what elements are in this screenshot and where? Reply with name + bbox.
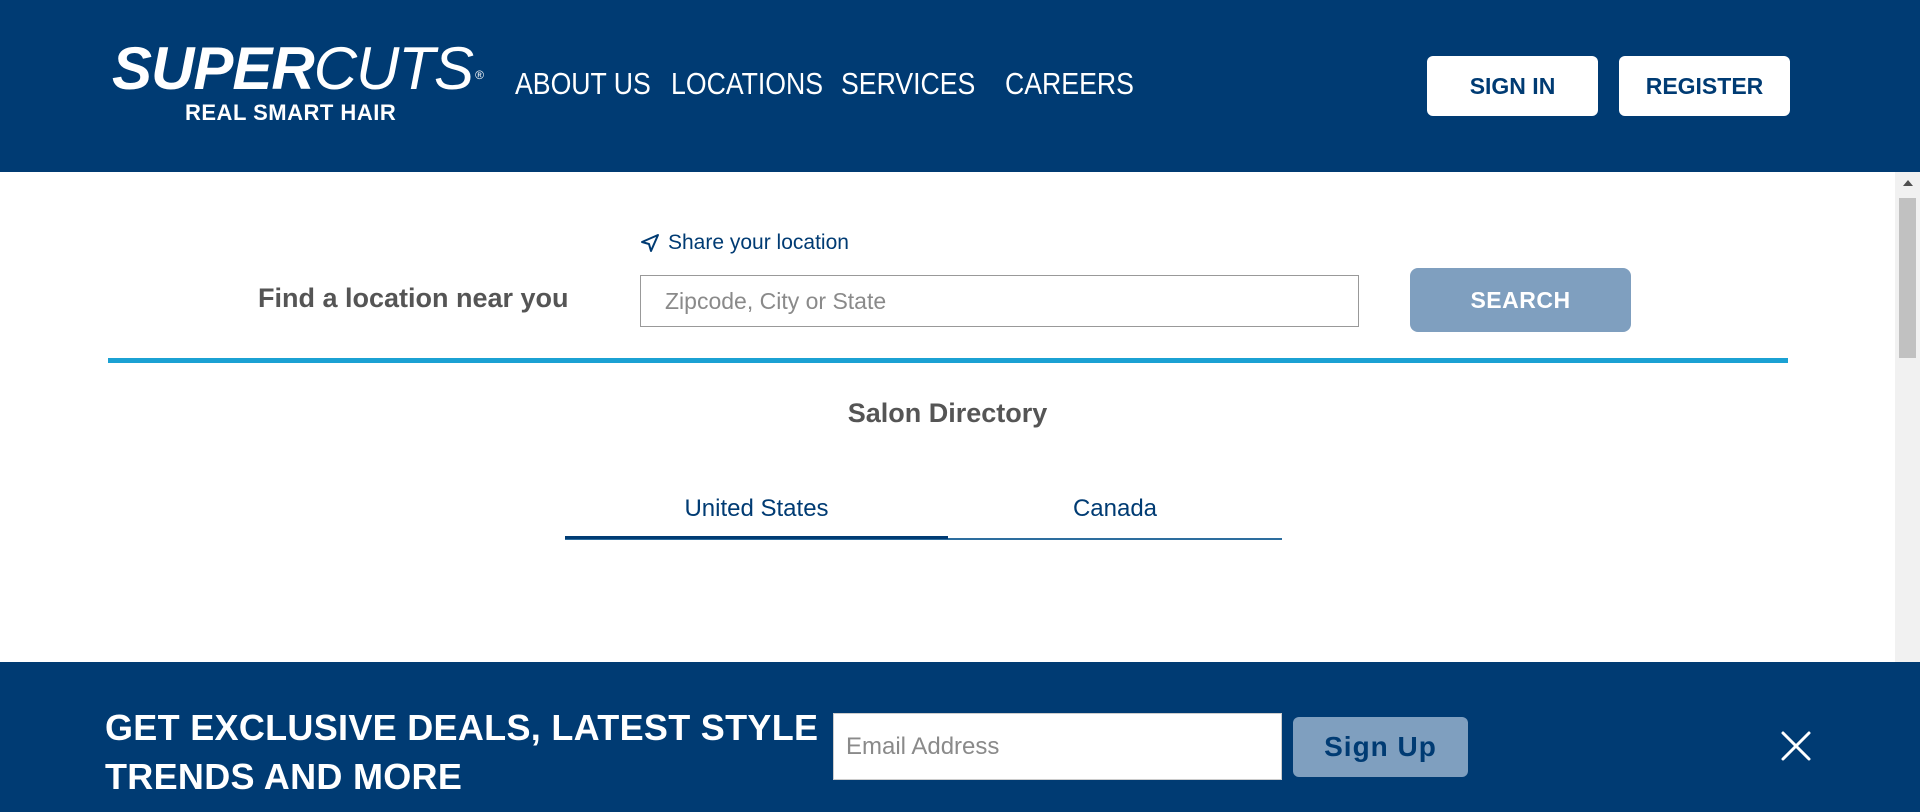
nav-locations[interactable]: LOCATIONS (671, 66, 823, 102)
active-tab-indicator (565, 536, 948, 539)
sign-up-button[interactable]: Sign Up (1293, 717, 1468, 777)
nav-careers[interactable]: CAREERS (1005, 66, 1134, 102)
scroll-thumb[interactable] (1899, 198, 1916, 358)
logo-brand-bold: SUPER (112, 35, 315, 102)
location-search-input[interactable] (640, 275, 1359, 327)
email-address-input[interactable] (833, 713, 1282, 780)
newsletter-headline-line1: GET EXCLUSIVE DEALS, LATEST STYLE (105, 707, 819, 748)
register-button[interactable]: REGISTER (1619, 56, 1790, 116)
country-tabs: United States Canada (565, 480, 1282, 540)
sign-in-button[interactable]: SIGN IN (1427, 56, 1598, 116)
tab-united-states[interactable]: United States (565, 480, 948, 538)
nav-about-us[interactable]: ABOUT US (515, 66, 651, 102)
newsletter-headline: GET EXCLUSIVE DEALS, LATEST STYLE TRENDS… (105, 703, 818, 801)
page-scrollbar[interactable] (1895, 172, 1920, 662)
supercuts-logo[interactable]: SUPERCUTS ® REAL SMART HAIR (112, 35, 484, 138)
site-header: SUPERCUTS ® REAL SMART HAIR ABOUT US LOCA… (0, 0, 1920, 172)
close-icon[interactable] (1779, 729, 1813, 763)
location-arrow-icon (641, 234, 659, 252)
newsletter-headline-line2: TRENDS AND MORE (105, 756, 463, 797)
share-location-label: Share your location (668, 231, 849, 254)
scroll-up-arrow-icon[interactable] (1903, 180, 1913, 186)
salon-directory-title: Salon Directory (847, 398, 1048, 428)
share-location-link[interactable]: Share your location (640, 231, 849, 255)
find-location-label: Find a location near you (258, 283, 569, 313)
tab-canada[interactable]: Canada (948, 480, 1282, 538)
newsletter-banner: GET EXCLUSIVE DEALS, LATEST STYLE TRENDS… (0, 662, 1920, 812)
nav-services[interactable]: SERVICES (841, 66, 975, 102)
logo-wordmark: SUPERCUTS ® (112, 35, 484, 102)
search-button[interactable]: SEARCH (1410, 268, 1631, 332)
logo-brand-light: CUTS (313, 35, 474, 102)
logo-tagline: REAL SMART HAIR (185, 100, 397, 125)
section-divider (108, 358, 1788, 363)
registered-mark: ® (475, 68, 484, 82)
